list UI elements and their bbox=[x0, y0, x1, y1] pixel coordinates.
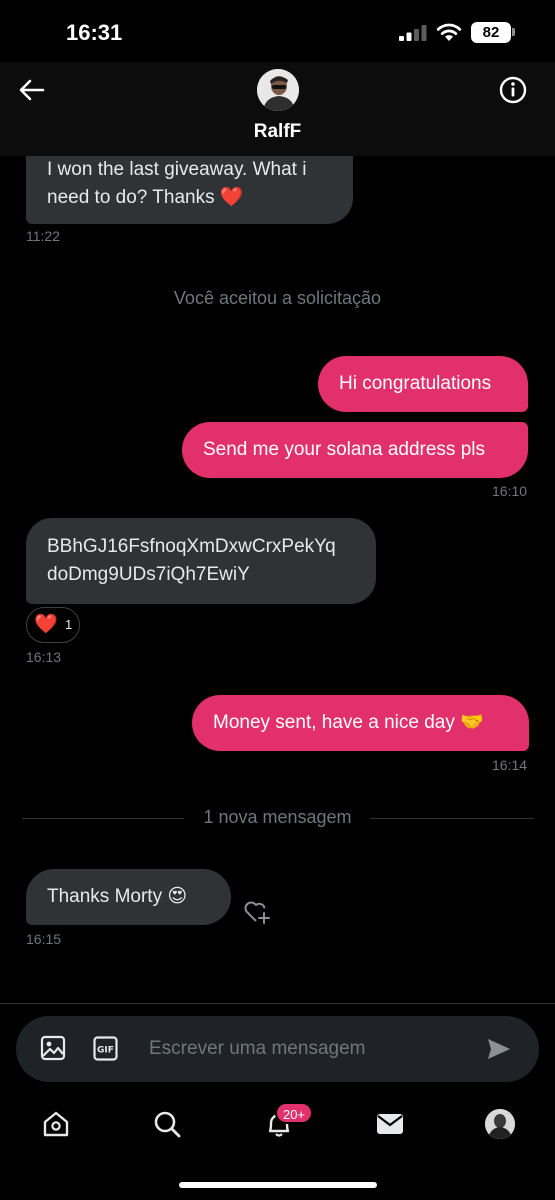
message-text: Send me your solana address pls bbox=[203, 439, 485, 460]
incoming-message-bubble[interactable]: I won the last giveaway. What i need to … bbox=[26, 156, 353, 224]
request-accepted-notice: Você aceitou a solicitação bbox=[173, 288, 382, 308]
outgoing-message-bubble[interactable]: Send me your solana address pls bbox=[182, 422, 528, 478]
message-text: Hi congratulations bbox=[339, 373, 492, 394]
message-list[interactable]: I won the last giveaway. What i need to … bbox=[0, 156, 555, 1004]
message-timestamp: 11:22 bbox=[26, 228, 60, 244]
message-timestamp: 16:14 bbox=[492, 757, 528, 773]
mail-icon[interactable] bbox=[375, 1109, 405, 1139]
heart-reaction-emoji: ❤️ bbox=[34, 614, 58, 635]
message-text: Money sent, have a nice day 🤝 bbox=[213, 712, 484, 733]
info-icon[interactable] bbox=[498, 75, 528, 105]
status-bar: 16:31 82 bbox=[0, 0, 555, 62]
message-text-line: doDmg9UDs7iQh7EwiY bbox=[47, 564, 250, 585]
wifi-icon bbox=[436, 23, 462, 41]
profile-avatar[interactable] bbox=[485, 1109, 515, 1139]
image-icon[interactable] bbox=[40, 1035, 66, 1061]
home-icon[interactable] bbox=[41, 1109, 71, 1139]
battery-indicator: 82 bbox=[471, 22, 511, 43]
cellular-signal-icon bbox=[399, 25, 427, 41]
outgoing-message-bubble[interactable]: Hi congratulations bbox=[318, 356, 528, 412]
notifications-badge: 20+ bbox=[275, 1102, 313, 1124]
contact-name[interactable]: RalfF bbox=[0, 121, 555, 143]
svg-text:GIF: GIF bbox=[97, 1046, 114, 1056]
message-reaction[interactable]: ❤️ 1 bbox=[26, 607, 80, 643]
status-time: 16:31 bbox=[66, 20, 123, 45]
message-text: Thanks Morty 😍 bbox=[47, 886, 188, 907]
incoming-message-bubble[interactable]: Thanks Morty 😍 bbox=[26, 869, 231, 925]
bottom-tab-bar: 20+ bbox=[0, 1094, 555, 1200]
message-text-line: BBhGJ16FsfnoqXmDxwCrxPekYq bbox=[47, 536, 336, 557]
composer-divider bbox=[0, 1003, 555, 1004]
send-icon[interactable] bbox=[486, 1036, 512, 1062]
home-indicator bbox=[179, 1182, 377, 1188]
message-input[interactable] bbox=[149, 1016, 469, 1082]
message-text-line: need to do? Thanks ❤️ bbox=[47, 187, 244, 208]
back-arrow-icon[interactable] bbox=[17, 76, 47, 104]
incoming-message-bubble[interactable]: BBhGJ16FsfnoqXmDxwCrxPekYq doDmg9UDs7iQh… bbox=[26, 518, 376, 604]
gif-icon[interactable]: GIF bbox=[93, 1036, 118, 1061]
avatar-portrait-icon bbox=[485, 1109, 515, 1139]
add-reaction-icon[interactable] bbox=[243, 899, 271, 925]
outgoing-message-bubble[interactable]: Money sent, have a nice day 🤝 bbox=[192, 695, 529, 751]
avatar-portrait-icon bbox=[257, 69, 299, 111]
message-timestamp: 16:10 bbox=[492, 483, 528, 499]
message-timestamp: 16:15 bbox=[26, 931, 62, 947]
reaction-count: 1 bbox=[65, 617, 73, 632]
message-timestamp: 16:13 bbox=[26, 649, 62, 665]
contact-avatar[interactable] bbox=[257, 69, 299, 111]
search-icon[interactable] bbox=[152, 1109, 182, 1139]
new-messages-divider: 1 nova mensagem bbox=[203, 807, 352, 827]
message-composer: GIF bbox=[16, 1016, 539, 1082]
message-text-line: I won the last giveaway. What i bbox=[47, 159, 307, 180]
battery-tip bbox=[512, 28, 515, 36]
conversation-header: RalfF bbox=[0, 62, 555, 156]
